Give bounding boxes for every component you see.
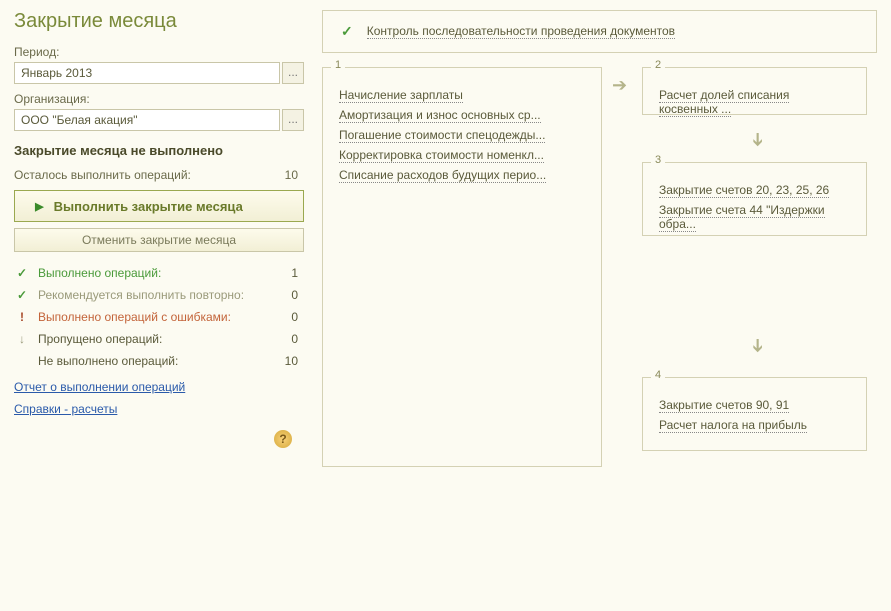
step-3-box: 3 Закрытие счетов 20, 23, 25, 26Закрытие… [642,162,867,236]
step-2-number: 2 [651,59,665,71]
stat-row: Не выполнено операций: 10 [14,350,304,372]
remaining-label: Осталось выполнить операций: [14,168,191,182]
play-icon: ▶ [35,200,43,213]
org-label: Организация: [14,92,304,106]
operation-link[interactable]: Амортизация и износ основных ср... [339,108,541,123]
org-input[interactable] [14,109,280,131]
stat-count: 0 [284,332,304,346]
stat-icon: ↓ [14,332,30,346]
closing-status: Закрытие месяца не выполнено [14,143,304,158]
stat-label: Не выполнено операций: [38,354,276,368]
step-2-box: 2 Расчет долей списания косвенных ... [642,67,867,115]
stat-row: ! Выполнено операций с ошибками: 0 [14,306,304,328]
stat-icon: ! [14,310,30,324]
step-1-box: 1 Начисление зарплатыАмортизация и износ… [322,67,602,467]
operation-link[interactable]: Начисление зарплаты [339,88,463,103]
check-icon: ✓ [341,23,353,40]
stat-label: Выполнено операций: [38,266,276,280]
step-1-number: 1 [331,59,345,71]
arrow-icon: ➔ [747,338,768,353]
execute-button-label: Выполнить закрытие месяца [54,199,243,214]
operation-link[interactable]: Корректировка стоимости номенкл... [339,148,544,163]
stat-count: 1 [284,266,304,280]
execute-closing-button[interactable]: ▶ Выполнить закрытие месяца [14,190,304,222]
references-link[interactable]: Справки - расчеты [14,402,304,416]
control-sequence-link[interactable]: Контроль последовательности проведения д… [367,24,675,39]
step-4-number: 4 [651,369,665,381]
operation-link[interactable]: Закрытие счета 44 "Издержки обра... [659,203,825,232]
stat-label: Выполнено операций с ошибками: [38,310,276,324]
operation-link[interactable]: Закрытие счетов 90, 91 [659,398,789,413]
remaining-count: 10 [285,168,298,182]
arrow-icon: ➔ [612,75,627,96]
step-3-number: 3 [651,154,665,166]
operation-link[interactable]: Расчет налога на прибыль [659,418,807,433]
stat-label: Рекомендуется выполнить повторно: [38,288,276,302]
operation-link[interactable]: Закрытие счетов 20, 23, 25, 26 [659,183,829,198]
operation-link[interactable]: Расчет долей списания косвенных ... [659,88,789,117]
stat-count: 10 [284,354,304,368]
page-title: Закрытие месяца [14,10,304,33]
stat-row: ✓ Выполнено операций: 1 [14,262,304,284]
report-link[interactable]: Отчет о выполнении операций [14,380,304,394]
operation-link[interactable]: Списание расходов будущих перио... [339,168,546,183]
stat-count: 0 [284,310,304,324]
period-input[interactable] [14,62,280,84]
stat-icon: ✓ [14,266,30,280]
stat-label: Пропущено операций: [38,332,276,346]
stat-row: ✓ Рекомендуется выполнить повторно: 0 [14,284,304,306]
stat-count: 0 [284,288,304,302]
help-icon[interactable]: ? [274,430,292,448]
arrow-icon: ➔ [747,132,768,147]
control-box: ✓ Контроль последовательности проведения… [322,10,877,53]
period-label: Период: [14,45,304,59]
cancel-closing-button[interactable]: Отменить закрытие месяца [14,228,304,252]
step-4-box: 4 Закрытие счетов 90, 91Расчет налога на… [642,377,867,451]
stat-row: ↓ Пропущено операций: 0 [14,328,304,350]
operation-link[interactable]: Погашение стоимости спецодежды... [339,128,545,143]
stat-icon: ✓ [14,288,30,302]
org-picker-button[interactable]: ... [282,109,304,131]
period-picker-button[interactable]: ... [282,62,304,84]
